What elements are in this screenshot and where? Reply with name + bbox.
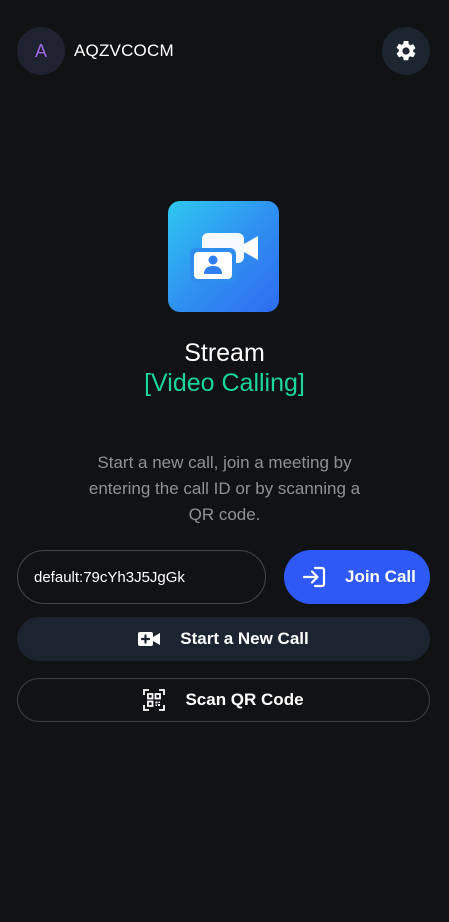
qr-code-icon: [143, 689, 166, 711]
avatar-initial: A: [34, 40, 47, 61]
join-call-button[interactable]: Join Call: [284, 550, 430, 604]
settings-button[interactable]: [382, 27, 430, 75]
gear-icon: [394, 39, 418, 63]
app-subtitle: [Video Calling]: [144, 369, 305, 397]
home-screen: A AQZVCOCM Stream [Video Calling] Start …: [0, 0, 449, 922]
intro-description: Start a new call, join a meeting by ente…: [88, 453, 361, 524]
app-logo: [168, 201, 279, 312]
video-call-icon: [186, 227, 262, 287]
start-new-call-button[interactable]: Start a New Call: [17, 617, 430, 661]
video-add-icon: [138, 631, 161, 647]
start-new-call-label: Start a New Call: [180, 629, 309, 648]
avatar[interactable]: A: [17, 27, 65, 75]
scan-qr-label: Scan QR Code: [185, 690, 304, 709]
username-label: AQZVCOCM: [74, 41, 174, 60]
scan-qr-button[interactable]: Scan QR Code: [17, 678, 430, 722]
call-id-input[interactable]: [17, 550, 266, 604]
login-arrow-icon: [302, 566, 326, 588]
app-title: Stream: [184, 339, 265, 367]
join-call-label: Join Call: [345, 567, 416, 586]
